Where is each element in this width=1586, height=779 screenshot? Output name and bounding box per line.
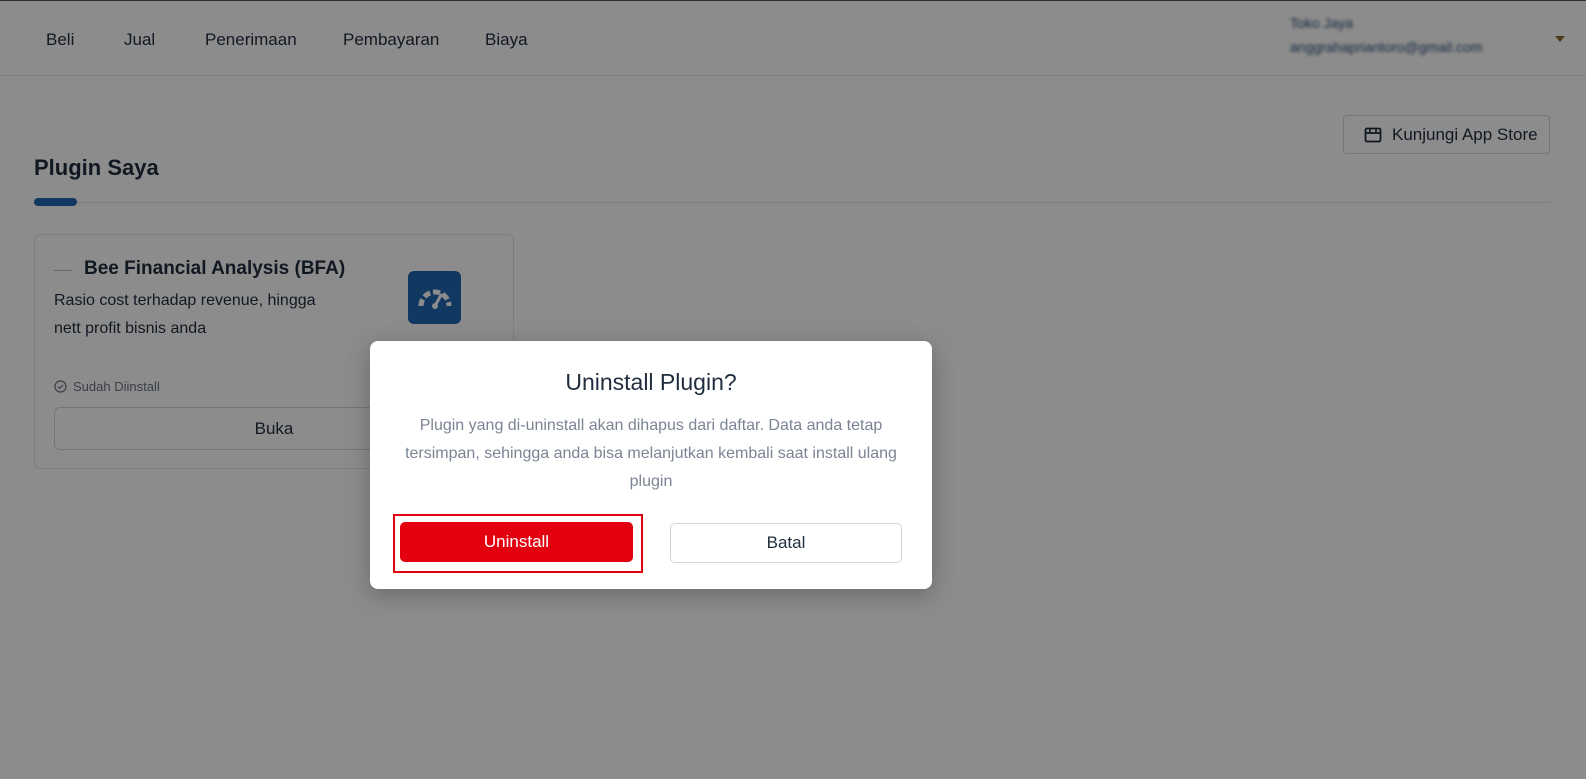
uninstall-dialog: Uninstall Plugin? Plugin yang di-uninsta… — [370, 341, 932, 589]
dialog-title: Uninstall Plugin? — [565, 369, 737, 395]
dialog-message: Plugin yang di-uninstall akan dihapus da… — [405, 417, 897, 490]
cancel-button[interactable]: Batal — [670, 523, 902, 563]
uninstall-button[interactable]: Uninstall — [400, 522, 633, 562]
